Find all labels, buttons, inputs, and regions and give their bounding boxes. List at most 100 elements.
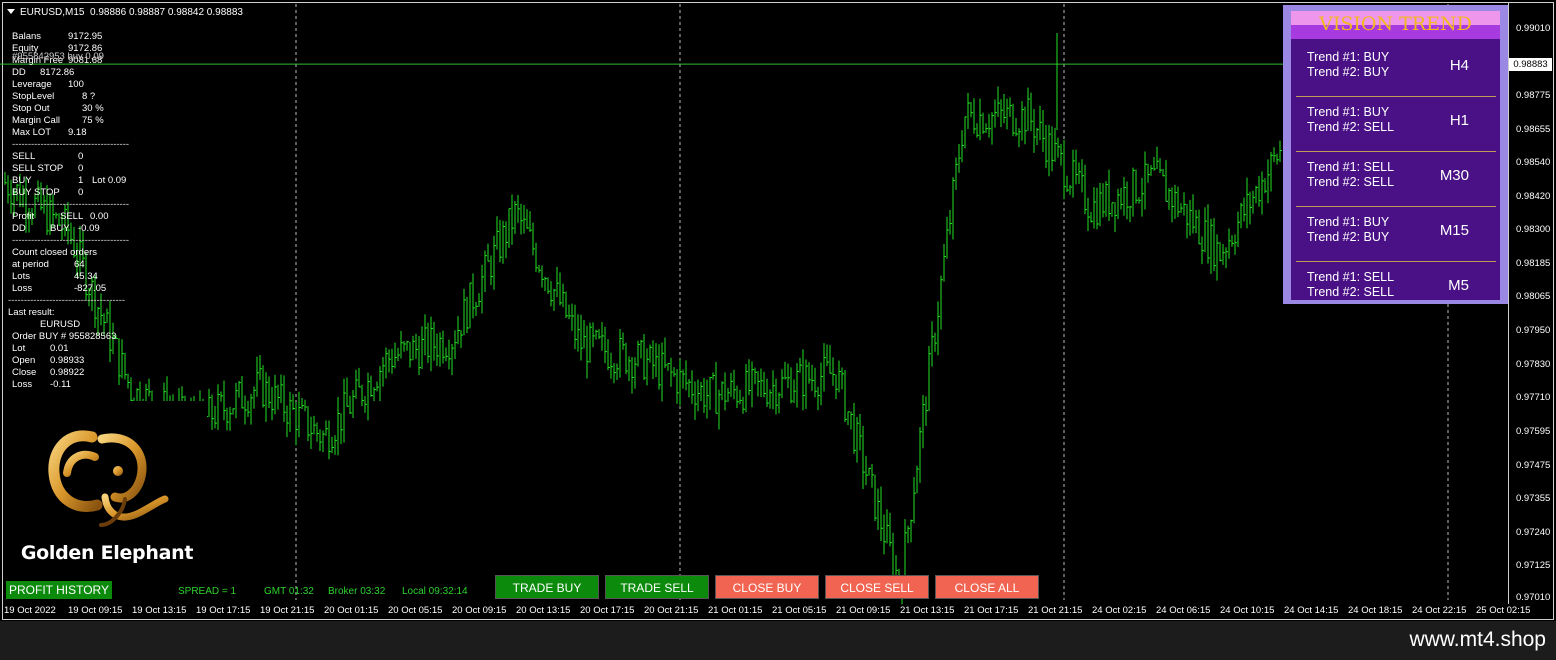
last-result-row: Close 0.98922 bbox=[12, 367, 85, 378]
timeframe-label: H4 bbox=[1449, 57, 1469, 74]
time-tick-label: 24 Oct 02:15 bbox=[1092, 605, 1147, 616]
trend-2-label: Trend #2: BUY bbox=[1307, 230, 1390, 244]
account-row: DD 8172.86 bbox=[12, 67, 75, 78]
price-tick-label: 0.98655 bbox=[1516, 124, 1551, 135]
time-tick-label: 24 Oct 06:15 bbox=[1156, 605, 1211, 616]
price-tick-label: 0.98540 bbox=[1516, 157, 1551, 168]
caret-down-icon[interactable] bbox=[7, 9, 15, 14]
price-tick-label: 0.97950 bbox=[1516, 325, 1551, 336]
time-tick-label: 20 Oct 01:15 bbox=[324, 605, 379, 616]
time-tick-label: 24 Oct 14:15 bbox=[1284, 605, 1339, 616]
symbol-name: EURUSD,M15 bbox=[20, 7, 85, 18]
profit-row: Profit SELL 0.00 bbox=[12, 211, 109, 222]
time-tick-label: 19 Oct 13:15 bbox=[132, 605, 187, 616]
price-tick-label: 0.97475 bbox=[1516, 460, 1551, 471]
trend-1-label: Trend #1: BUY bbox=[1307, 105, 1390, 119]
order-count-row: SELL 0 bbox=[12, 151, 84, 162]
time-tick-label: 25 Oct 02:15 bbox=[1476, 605, 1531, 616]
trend-1-label: Trend #1: BUY bbox=[1307, 50, 1390, 64]
closed-orders-title: Count closed orders bbox=[12, 247, 98, 258]
trend-2-label: Trend #2: SELL bbox=[1307, 120, 1395, 134]
time-tick-label: 19 Oct 2022 bbox=[4, 605, 56, 616]
last-order: Order BUY # 955828563 bbox=[12, 331, 117, 342]
profit-history-button[interactable]: PROFIT HISTORY bbox=[6, 581, 112, 599]
last-result-row: Lot 0.01 bbox=[12, 343, 69, 354]
closed-orders-row: Lots 45.34 bbox=[12, 271, 98, 282]
order-count-row: BUY STOP 0 bbox=[12, 187, 84, 198]
price-tick-label: 0.98300 bbox=[1516, 224, 1551, 235]
account-row: StopLevel 8 ? bbox=[12, 91, 96, 102]
last-result-row: Open 0.98933 bbox=[12, 355, 85, 366]
time-tick-label: 21 Oct 05:15 bbox=[772, 605, 827, 616]
account-row: Balans 9172.95 bbox=[12, 31, 103, 42]
time-tick-label: 21 Oct 21:15 bbox=[1028, 605, 1083, 616]
price-tick-label: 0.97595 bbox=[1516, 426, 1551, 437]
gmt-time: GMT 01:32 bbox=[264, 586, 314, 597]
footer-bar: www.mt4.shop bbox=[0, 621, 1556, 660]
close-sell-button[interactable]: CLOSE SELL bbox=[825, 575, 929, 599]
time-tick-label: 24 Oct 18:15 bbox=[1348, 605, 1403, 616]
time-tick-label: 19 Oct 09:15 bbox=[68, 605, 123, 616]
separator-line: ------------------------------------- bbox=[12, 235, 130, 246]
closed-orders-row: at period 64 bbox=[12, 259, 85, 270]
time-tick-label: 19 Oct 21:15 bbox=[260, 605, 315, 616]
time-tick-label: 21 Oct 13:15 bbox=[900, 605, 955, 616]
timeframe-label: M5 bbox=[1448, 277, 1469, 294]
separator-line: ------------------------------------- bbox=[12, 199, 130, 210]
trend-2-label: Trend #2: BUY bbox=[1307, 65, 1390, 79]
vision-trend-title: VISION TREND bbox=[1291, 11, 1500, 39]
trend-2-label: Trend #2: SELL bbox=[1307, 285, 1395, 299]
account-info-panel: Balans 9172.95 Equity 9172.86 Margin Free 908… bbox=[8, 31, 130, 391]
price-tick-label: 0.98065 bbox=[1516, 291, 1551, 302]
dd-row: DD BUY -0.09 bbox=[12, 223, 100, 234]
price-tick-label: 0.97355 bbox=[1516, 493, 1551, 504]
time-tick-label: 20 Oct 13:15 bbox=[516, 605, 571, 616]
trend-1-label: Trend #1: BUY bbox=[1307, 215, 1390, 229]
price-tick-label: 0.97240 bbox=[1516, 527, 1551, 538]
trend-row-m15: Trend #1: BUY Trend #2: BUY M15 bbox=[1296, 208, 1496, 262]
account-row: Max LOT 9.18 bbox=[12, 127, 87, 138]
price-tick-label: 0.99010 bbox=[1516, 23, 1551, 34]
trend-2-label: Trend #2: SELL bbox=[1307, 175, 1395, 189]
order-count-row: BUY 1 Lot 0.09 bbox=[12, 175, 127, 186]
time-tick-label: 21 Oct 17:15 bbox=[964, 605, 1019, 616]
trade-sell-button[interactable]: TRADE SELL bbox=[605, 575, 709, 599]
trade-buy-button[interactable]: TRADE BUY bbox=[495, 575, 599, 599]
price-tick-label: 0.97710 bbox=[1516, 392, 1551, 403]
last-symbol: EURUSD bbox=[40, 319, 81, 330]
account-row: Margin Free 9081.68 #955842953 buy 0.09 bbox=[12, 51, 104, 66]
time-tick-label: 20 Oct 09:15 bbox=[452, 605, 507, 616]
vision-trend-panel: VISION TREND Trend #1: BUY Trend #2: BUY… bbox=[1283, 5, 1509, 304]
time-tick-label: 19 Oct 17:15 bbox=[196, 605, 251, 616]
order-count-row: SELL STOP 0 bbox=[12, 163, 84, 174]
symbol-header: EURUSD,M15 0.98886 0.98887 0.98842 0.988… bbox=[7, 7, 243, 18]
account-row: Stop Out 30 % bbox=[12, 103, 104, 114]
trend-1-label: Trend #1: SELL bbox=[1307, 160, 1395, 174]
local-time: Local 09:32:14 bbox=[402, 586, 468, 597]
golden-elephant-logo: Golden Elephant bbox=[7, 401, 207, 579]
time-tick-label: 20 Oct 05:15 bbox=[388, 605, 443, 616]
time-tick-label: 20 Oct 21:15 bbox=[644, 605, 699, 616]
trend-1-label: Trend #1: SELL bbox=[1307, 270, 1395, 284]
price-tick-label: 0.98185 bbox=[1516, 258, 1551, 269]
separator-line: ------------------------------------- bbox=[8, 295, 126, 306]
last-result-row: Loss -0.11 bbox=[12, 379, 71, 390]
watermark-text: www.mt4.shop bbox=[1409, 628, 1546, 651]
current-price-label: 0.98883 bbox=[1509, 58, 1552, 71]
logo-text: Golden Elephant bbox=[20, 542, 194, 564]
trend-row-h1: Trend #1: BUY Trend #2: SELL H1 bbox=[1296, 98, 1496, 152]
last-result-title: Last result: bbox=[8, 307, 55, 318]
separator-line: ------------------------------------- bbox=[12, 139, 130, 150]
account-row: Margin Call 75 % bbox=[12, 115, 104, 126]
time-tick-label: 20 Oct 17:15 bbox=[580, 605, 635, 616]
close-all-button[interactable]: CLOSE ALL bbox=[935, 575, 1039, 599]
trend-row-h4: Trend #1: BUY Trend #2: BUY H4 bbox=[1296, 43, 1496, 97]
time-tick-label: 24 Oct 10:15 bbox=[1220, 605, 1275, 616]
order-overlay-text: #955842953 buy 0.09 bbox=[12, 51, 104, 62]
trend-row-m30: Trend #1: SELL Trend #2: SELL M30 bbox=[1296, 153, 1496, 207]
timeframe-label: M15 bbox=[1439, 222, 1469, 239]
symbol-quotes: 0.98886 0.98887 0.98842 0.98883 bbox=[90, 7, 243, 18]
closed-orders-row: Loss -827.05 bbox=[12, 283, 107, 294]
close-buy-button[interactable]: CLOSE BUY bbox=[715, 575, 819, 599]
price-tick-label: 0.97010 bbox=[1516, 592, 1551, 603]
